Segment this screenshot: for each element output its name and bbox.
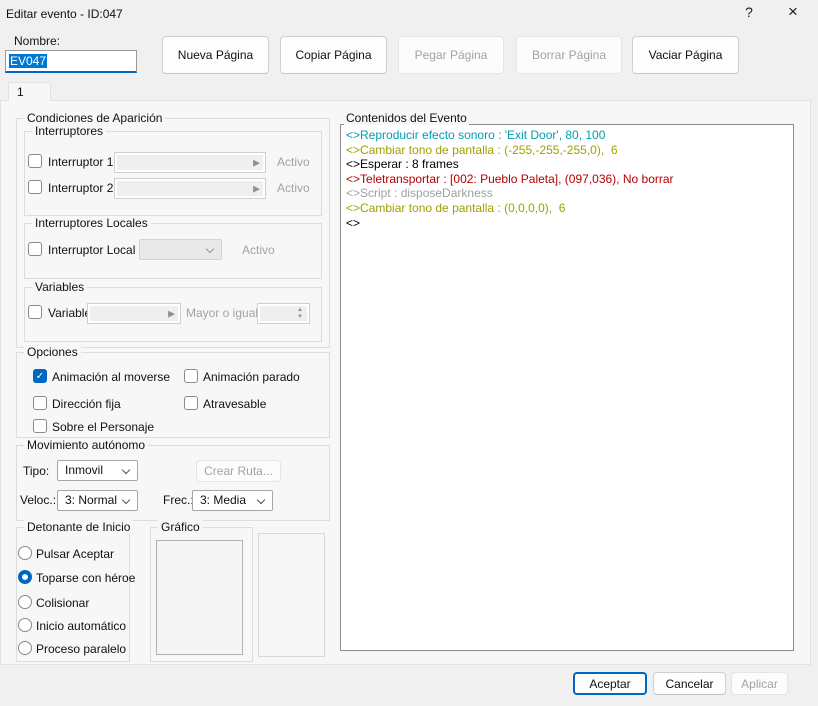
chevron-down-icon bbox=[206, 245, 214, 253]
switch1-label: Interruptor 1 bbox=[48, 155, 113, 169]
trigger-parallel-radio[interactable] bbox=[18, 641, 32, 655]
delete-page-button[interactable]: Borrar Página bbox=[516, 36, 622, 74]
event-command-play-se[interactable]: <>Reproducir efecto sonoro : 'Exit Door'… bbox=[346, 128, 788, 143]
switches-group: Interruptores bbox=[24, 131, 322, 216]
option-move-animation-label: Animación al moverse bbox=[52, 370, 170, 384]
movement-freq-select[interactable]: 3: Media bbox=[192, 490, 273, 511]
trigger-action-button-radio[interactable] bbox=[18, 546, 32, 560]
event-command-wait[interactable]: <>Esperar : 8 frames bbox=[346, 157, 788, 172]
event-command-tint-screen[interactable]: <>Cambiar tono de pantalla : (-255,-255,… bbox=[346, 143, 788, 158]
spinner-up-icon: ▲ bbox=[297, 307, 303, 313]
option-through-checkbox[interactable] bbox=[184, 396, 198, 410]
move-route-button[interactable]: Crear Ruta... bbox=[196, 460, 281, 482]
variable-amount-spinner[interactable]: ▲ ▼ bbox=[257, 303, 310, 324]
switch1-state: Activo bbox=[277, 155, 310, 169]
options-group-title: Opciones bbox=[24, 345, 81, 359]
trigger-player-touch-radio[interactable] bbox=[18, 570, 32, 584]
arrow-right-icon: ▶ bbox=[168, 309, 175, 318]
cancel-button[interactable]: Cancelar bbox=[653, 672, 726, 695]
event-list-title: Contenidos del Evento bbox=[344, 111, 469, 125]
option-direction-fix-checkbox[interactable] bbox=[33, 396, 47, 410]
chevron-down-icon bbox=[122, 466, 130, 474]
switch2-state: Activo bbox=[277, 181, 310, 195]
trigger-event-touch-label: Colisionar bbox=[36, 596, 89, 610]
switch2-checkbox[interactable] bbox=[28, 180, 42, 194]
event-command-script[interactable]: <>Script : disposeDarkness bbox=[346, 186, 788, 201]
trigger-event-touch-radio[interactable] bbox=[18, 595, 32, 609]
copy-page-button[interactable]: Copiar Página bbox=[280, 36, 387, 74]
spinner-down-icon: ▼ bbox=[297, 314, 303, 320]
self-switch-checkbox[interactable] bbox=[28, 242, 42, 256]
switch1-checkbox[interactable] bbox=[28, 154, 42, 168]
variables-group-title: Variables bbox=[32, 280, 87, 294]
variable-comparison-label: Mayor o igual bbox=[186, 306, 258, 320]
switch1-picker[interactable]: ▶ bbox=[114, 152, 266, 173]
movement-type-label: Tipo: bbox=[23, 464, 49, 478]
arrow-right-icon: ▶ bbox=[253, 184, 260, 193]
edit-event-dialog: { "window": { "title": "Editar evento - … bbox=[0, 0, 818, 706]
chevron-down-icon bbox=[122, 496, 130, 504]
option-stop-animation-checkbox[interactable] bbox=[184, 369, 198, 383]
apply-button[interactable]: Aplicar bbox=[731, 672, 788, 695]
option-direction-fix-label: Dirección fija bbox=[52, 397, 121, 411]
trigger-group-title: Detonante de Inicio bbox=[24, 520, 133, 534]
event-command-transfer[interactable]: <>Teletransportar : [002: Pueblo Paleta]… bbox=[346, 172, 788, 187]
self-switch-select[interactable] bbox=[139, 239, 222, 260]
self-switch-label: Interruptor Local bbox=[48, 243, 135, 257]
self-switch-state: Activo bbox=[242, 243, 275, 257]
self-switch-group-title: Interruptores Locales bbox=[32, 216, 151, 230]
accept-button[interactable]: Aceptar bbox=[573, 672, 647, 695]
conditions-group-title: Condiciones de Aparición bbox=[24, 111, 165, 125]
event-name-input[interactable]: EV047 bbox=[5, 50, 137, 73]
trigger-autorun-label: Inicio automático bbox=[36, 619, 126, 633]
paste-page-button[interactable]: Pegar Página bbox=[398, 36, 504, 74]
chevron-down-icon bbox=[257, 496, 265, 504]
option-through-label: Atravesable bbox=[203, 397, 266, 411]
movement-freq-label: Frec.: bbox=[163, 493, 194, 507]
trigger-parallel-label: Proceso paralelo bbox=[36, 642, 126, 656]
switch2-label: Interruptor 2 bbox=[48, 181, 113, 195]
option-stop-animation-label: Animación parado bbox=[203, 370, 300, 384]
graphic-group-title: Gráfico bbox=[158, 520, 203, 534]
name-label: Nombre: bbox=[14, 34, 60, 48]
help-icon[interactable]: ? bbox=[740, 4, 758, 20]
graphic-preview-box[interactable] bbox=[156, 540, 243, 655]
variable-checkbox[interactable] bbox=[28, 305, 42, 319]
movement-speed-label: Veloc.: bbox=[20, 493, 56, 507]
selected-text: EV047 bbox=[9, 54, 47, 68]
option-move-animation-checkbox[interactable] bbox=[33, 369, 47, 383]
movement-type-select[interactable]: Inmovil bbox=[57, 460, 138, 481]
tab-page-1[interactable]: 1 bbox=[8, 82, 51, 101]
movement-speed-select[interactable]: 3: Normal bbox=[57, 490, 138, 511]
variable-picker[interactable]: ▶ bbox=[87, 303, 181, 324]
event-command-tint-screen-2[interactable]: <>Cambiar tono de pantalla : (0,0,0,0), … bbox=[346, 201, 788, 216]
trigger-autorun-radio[interactable] bbox=[18, 618, 32, 632]
switches-group-title: Interruptores bbox=[32, 124, 106, 138]
close-icon[interactable]: × bbox=[784, 2, 802, 22]
empty-side-box bbox=[258, 533, 325, 657]
option-always-on-top-label: Sobre el Personaje bbox=[52, 420, 154, 434]
trigger-action-button-label: Pulsar Aceptar bbox=[36, 547, 114, 561]
new-page-button[interactable]: Nueva Página bbox=[162, 36, 269, 74]
event-command-empty[interactable]: <> bbox=[346, 216, 788, 231]
event-command-list[interactable]: <>Reproducir efecto sonoro : 'Exit Door'… bbox=[340, 124, 794, 651]
option-always-on-top-checkbox[interactable] bbox=[33, 419, 47, 433]
clear-page-button[interactable]: Vaciar Página bbox=[632, 36, 739, 74]
arrow-right-icon: ▶ bbox=[253, 158, 260, 167]
switch2-picker[interactable]: ▶ bbox=[114, 178, 266, 199]
window-title: Editar evento - ID:047 bbox=[6, 7, 123, 21]
movement-group-title: Movimiento autónomo bbox=[24, 438, 148, 452]
trigger-player-touch-label: Toparse con héroe bbox=[36, 571, 135, 585]
